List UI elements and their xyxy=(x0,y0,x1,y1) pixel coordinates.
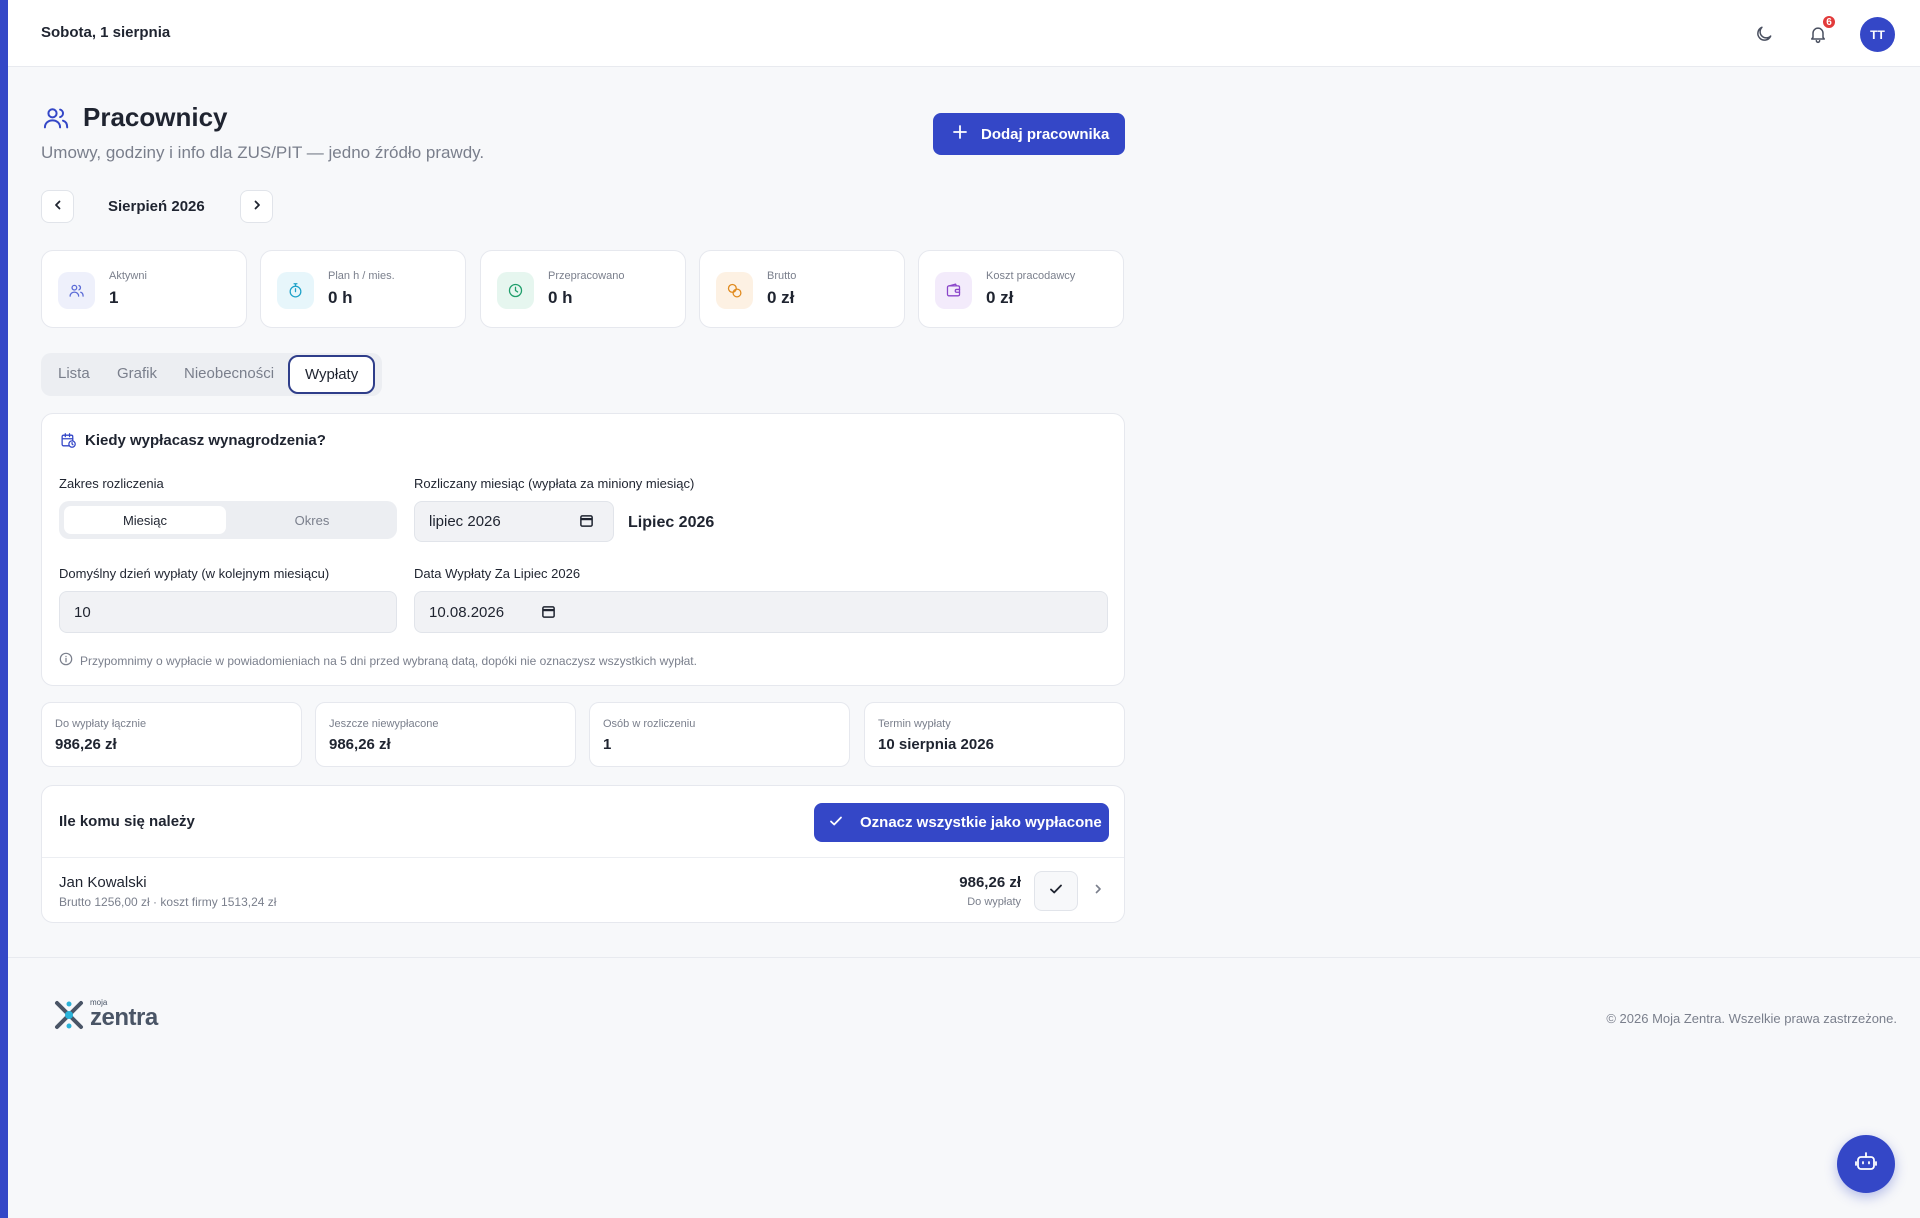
tab-grafik[interactable]: Grafik xyxy=(117,365,157,382)
calendar-clock-icon xyxy=(60,432,77,454)
employee-payout-amount: 986,26 zł xyxy=(959,874,1021,891)
selected-month-display: Lipiec 2026 xyxy=(628,514,715,531)
check-icon xyxy=(1048,881,1064,902)
left-accent-bar xyxy=(0,0,8,1218)
summary-deadline-card: Termin wypłaty 10 sierpnia 2026 xyxy=(864,702,1125,767)
assistant-chat-button[interactable] xyxy=(1837,1135,1895,1193)
current-month-label: Sierpień 2026 xyxy=(108,198,205,215)
range-segmented-control: Miesiąc Okres xyxy=(59,501,397,539)
check-icon xyxy=(828,813,844,833)
user-avatar[interactable]: TT xyxy=(1860,17,1895,52)
stat-value: 0 zł xyxy=(986,288,1014,307)
copyright-text: © 2026 Moja Zentra. Wszelkie prawa zastr… xyxy=(1606,1011,1897,1026)
info-icon xyxy=(59,652,73,669)
stat-label: Przepracowano xyxy=(548,270,625,282)
chevron-right-icon xyxy=(251,198,263,216)
stat-label: Plan h / mies. xyxy=(328,270,395,282)
summary-label: Osób w rozliczeniu xyxy=(603,718,696,730)
notifications-count-badge: 6 xyxy=(1821,14,1837,30)
chevron-left-icon xyxy=(52,198,64,216)
plus-icon xyxy=(953,125,967,143)
month-field-label: Rozliczany miesiąc (wypłata za miniony m… xyxy=(414,476,695,491)
logo-prefix: moja xyxy=(90,998,108,1007)
dark-mode-toggle-icon[interactable] xyxy=(1750,20,1778,48)
view-tabs: Lista Grafik Nieobecności Wypłaty xyxy=(41,353,382,396)
range-label: Zakres rozliczenia xyxy=(59,476,164,491)
chevron-right-icon[interactable] xyxy=(1092,882,1104,900)
top-bar: Sobota, 1 sierpnia 6 TT xyxy=(8,0,1920,67)
stat-value: 0 zł xyxy=(767,288,795,307)
summary-value: 10 sierpnia 2026 xyxy=(878,736,994,753)
current-date: Sobota, 1 sierpnia xyxy=(41,24,171,41)
page-subtitle: Umowy, godziny i info dla ZUS/PIT — jedn… xyxy=(41,143,485,162)
summary-value: 986,26 zł xyxy=(329,736,391,753)
payout-list-card: Ile komu się należy Oznacz wszystkie jak… xyxy=(41,785,1125,923)
employee-name[interactable]: Jan Kowalski xyxy=(59,874,147,891)
stopwatch-icon xyxy=(277,272,314,309)
stat-card-gross: Brutto 0 zł xyxy=(699,250,905,328)
settings-title: Kiedy wypłacasz wynagrodzenia? xyxy=(85,432,326,449)
summary-label: Termin wypłaty xyxy=(878,718,951,730)
stat-value: 1 xyxy=(109,288,119,307)
wallet-icon xyxy=(935,272,972,309)
pay-date-label: Data Wypłaty Za Lipiec 2026 xyxy=(414,566,581,581)
default-day-label: Domyślny dzień wypłaty (w kolejnym miesi… xyxy=(59,566,330,581)
stat-label: Brutto xyxy=(767,270,797,282)
stat-label: Aktywni xyxy=(109,270,147,282)
stat-card-employer-cost: Koszt pracodawcy 0 zł xyxy=(918,250,1124,328)
employee-payout-amount-label: Do wypłaty xyxy=(967,896,1021,908)
mark-paid-button[interactable] xyxy=(1034,871,1078,911)
pay-date-value: 10.08.2026 xyxy=(429,603,505,621)
default-day-value: 10 xyxy=(74,603,91,621)
default-day-input[interactable]: 10 xyxy=(59,591,397,633)
divider xyxy=(42,857,1124,858)
add-employee-button[interactable]: Dodaj pracownika xyxy=(933,113,1125,155)
employee-payroll-details: Brutto 1256,00 zł · koszt firmy 1513,24 … xyxy=(59,895,277,909)
reminder-note-text: Przypomnimy o wypłacie w powiadomieniach… xyxy=(80,653,697,668)
range-option-month[interactable]: Miesiąc xyxy=(64,506,226,534)
footer: moja zentra © 2026 Moja Zentra. Wszelkie… xyxy=(8,957,1920,1218)
reminder-note: Przypomnimy o wypłacie w powiadomieniach… xyxy=(59,652,697,669)
stat-card-plan-hours: Plan h / mies. 0 h xyxy=(260,250,466,328)
stat-card-worked: Przepracowano 0 h xyxy=(480,250,686,328)
stat-label: Koszt pracodawcy xyxy=(986,270,1076,282)
coins-icon xyxy=(716,272,753,309)
mark-all-paid-button[interactable]: Oznacz wszystkie jako wypłacone xyxy=(814,803,1109,842)
add-employee-label: Dodaj pracownika xyxy=(981,125,1110,143)
users-icon xyxy=(58,272,95,309)
zentra-logo[interactable]: moja zentra xyxy=(52,998,158,1037)
summary-unpaid-card: Jeszcze niewypłacone 986,26 zł xyxy=(315,702,576,767)
summary-label: Jeszcze niewypłacone xyxy=(329,718,439,730)
summary-total-card: Do wypłaty łącznie 986,26 zł xyxy=(41,702,302,767)
tab-wyplaty[interactable]: Wypłaty xyxy=(288,355,376,394)
summary-value: 986,26 zł xyxy=(55,736,117,753)
users-icon xyxy=(42,104,70,132)
pay-date-input[interactable]: 10.08.2026 xyxy=(414,591,1108,633)
payout-list-title: Ile komu się należy xyxy=(59,813,195,830)
tab-nieobecnosci[interactable]: Nieobecności xyxy=(184,365,274,382)
next-month-button[interactable] xyxy=(240,190,273,223)
stat-value: 0 h xyxy=(548,288,573,307)
robot-icon xyxy=(1854,1150,1878,1179)
logo-wordmark: zentra xyxy=(90,1003,158,1031)
mark-all-paid-label: Oznacz wszystkie jako wypłacone xyxy=(860,814,1102,831)
range-option-period[interactable]: Okres xyxy=(231,506,393,534)
tab-lista[interactable]: Lista xyxy=(58,365,90,382)
calendar-icon[interactable] xyxy=(541,604,556,623)
summary-value: 1 xyxy=(603,736,612,753)
calendar-icon[interactable] xyxy=(579,513,594,532)
month-picker-value: lipiec 2026 xyxy=(429,513,501,530)
month-picker-input[interactable]: lipiec 2026 xyxy=(414,501,614,542)
stat-card-active: Aktywni 1 xyxy=(41,250,247,328)
summary-label: Do wypłaty łącznie xyxy=(55,718,147,730)
previous-month-button[interactable] xyxy=(41,190,74,223)
stat-value: 0 h xyxy=(328,288,353,307)
clock-icon xyxy=(497,272,534,309)
page-title: Pracownicy xyxy=(83,102,228,132)
zentra-logo-mark-icon xyxy=(52,998,86,1037)
payout-settings-card: Kiedy wypłacasz wynagrodzenia? Zakres ro… xyxy=(41,413,1125,686)
summary-people-card: Osób w rozliczeniu 1 xyxy=(589,702,850,767)
